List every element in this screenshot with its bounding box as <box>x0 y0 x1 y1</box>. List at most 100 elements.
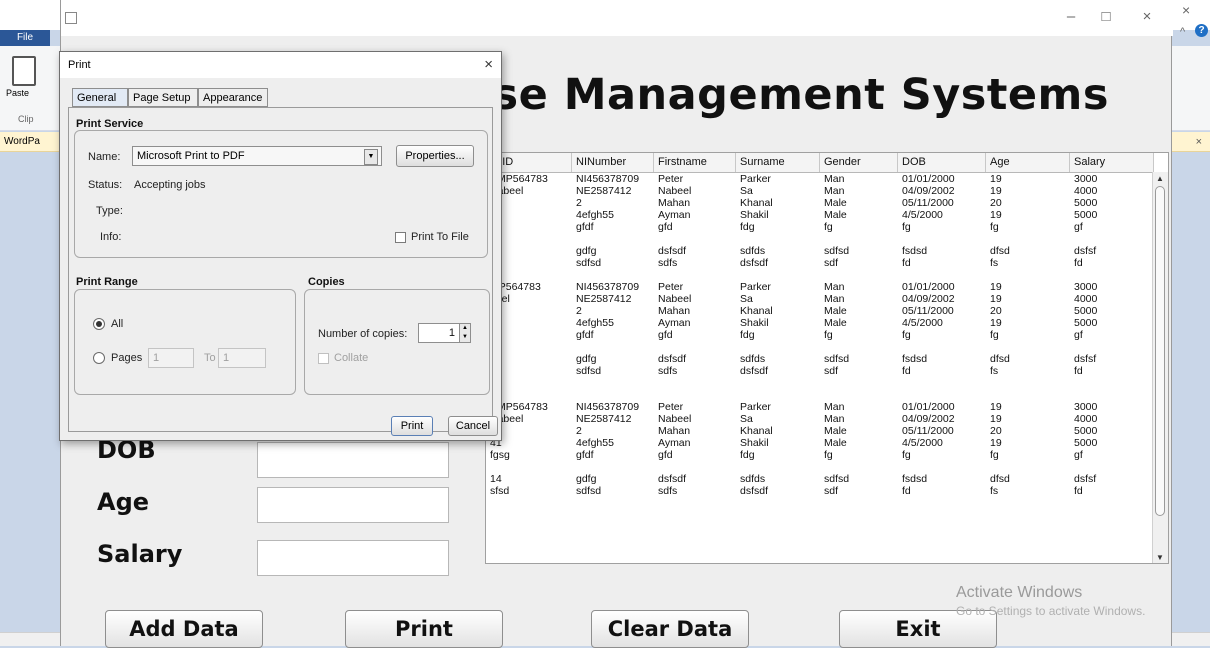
scroll-up-icon[interactable]: ▲ <box>1156 174 1164 183</box>
column-header[interactable]: Age <box>986 153 1070 172</box>
table-row[interactable]: sfsd sdfsd sdfs dsfsdf sdf fd fs fd <box>486 485 1154 497</box>
table-cell: Khanal <box>740 425 773 437</box>
table-row[interactable] <box>486 233 1154 245</box>
printer-select-value: Microsoft Print to PDF <box>137 150 245 162</box>
pages-radio[interactable] <box>93 352 105 364</box>
add-data-button[interactable]: Add Data <box>105 610 263 648</box>
table-row[interactable]: 12MahanKhanalMale05/11/2000205000 <box>486 425 1154 437</box>
table-header: npIDNINumberFirstnameSurnameGenderDOBAge… <box>486 153 1154 173</box>
dialog-close-icon[interactable]: × <box>484 52 493 78</box>
table-cell: 5000 <box>1074 317 1098 329</box>
docbar-close-icon[interactable]: × <box>1196 132 1202 152</box>
table-cell: Man <box>824 413 845 425</box>
table-row[interactable]: 41 4efgh55 Ayman Shakil Male 4/5/2000 19 5000 <box>486 437 1154 449</box>
column-header[interactable]: NINumber <box>572 153 654 172</box>
table-row[interactable]: beelNE2587412NabeelSaMan04/09/2002194000 <box>486 293 1154 305</box>
table-row[interactable]: EMP564783 NI456378709 Peter Parker Man 01/01/… <box>486 173 1154 185</box>
table-cell: 5000 <box>1074 305 1098 317</box>
print-button[interactable]: Print <box>345 610 503 648</box>
table-cell <box>736 389 820 401</box>
table-row[interactable]: 4efgh55 Ayman Shakil Male 4/5/2000 19 5000 <box>486 209 1154 221</box>
table-scrollbar[interactable]: ▲ ▼ <box>1152 172 1168 563</box>
table-row[interactable]: gdfg dsfsdf sdfds sdfsd fsdsd dfsd dsfsf <box>486 245 1154 257</box>
wordpad-close-icon[interactable]: × <box>1182 2 1190 18</box>
table-row[interactable] <box>486 461 1154 473</box>
table-cell: Male <box>824 305 847 317</box>
table-row[interactable]: 14 gdfg dsfsdf sdfds sdfsd fsdsd dfsd dsfsf <box>486 473 1154 485</box>
table-row[interactable]: Nabeel NE2587412 Nabeel Sa Man 04/09/2002 19 40… <box>486 413 1154 425</box>
table-cell: fd <box>902 257 911 269</box>
dialog-cancel-button[interactable]: Cancel <box>448 416 498 436</box>
chevron-down-icon[interactable]: ▼ <box>364 149 378 165</box>
table-cell: Khanal <box>740 305 773 317</box>
pages-to-field[interactable]: 1 <box>218 348 266 368</box>
dob-input[interactable] <box>257 442 449 478</box>
clear-data-button[interactable]: Clear Data <box>591 610 749 648</box>
column-header[interactable]: Surname <box>736 153 820 172</box>
table-cell: fd <box>902 365 911 377</box>
table-cell <box>654 269 736 281</box>
help-icon[interactable]: ? <box>1195 24 1208 37</box>
table-row[interactable]: fgsg gfdf gfd fdg fg fg fg gf <box>486 449 1154 461</box>
table-cell: fsdsd <box>902 473 928 485</box>
table-row[interactable]: 4efgh55 Ayman Shakil Male 4/5/2000 19 5000 <box>486 317 1154 329</box>
all-label: All <box>111 318 124 330</box>
tab-general[interactable]: General <box>72 88 128 107</box>
table-cell: 20 <box>990 197 1002 209</box>
table-row[interactable]: 2 Mahan Khanal Male 05/11/2000 20 5000 <box>486 305 1154 317</box>
close-icon[interactable]: × <box>1132 8 1162 25</box>
type-label: Type: <box>96 205 123 217</box>
column-header[interactable]: Salary <box>1070 153 1154 172</box>
table-cell <box>986 461 1070 473</box>
table-row[interactable]: sdsdfsdsdfsdsfsdfsdffdfsfd <box>486 365 1154 377</box>
table-row[interactable] <box>486 377 1154 389</box>
table-row[interactable]: EMP564783 NI456378709 Peter Parker Man 01/01/… <box>486 401 1154 413</box>
table-cell <box>986 269 1070 281</box>
printer-select[interactable]: Microsoft Print to PDF ▼ <box>132 146 382 166</box>
table-row[interactable]: sggfdfgfdfdgfgfgfggf <box>486 221 1154 233</box>
employee-table[interactable]: npIDNINumberFirstnameSurnameGenderDOBAge… <box>485 152 1169 564</box>
wordpad-file-tab[interactable]: File <box>0 30 50 46</box>
table-cell: 4000 <box>1074 413 1098 425</box>
column-header[interactable]: Firstname <box>654 153 736 172</box>
dialog-print-button[interactable]: Print <box>391 416 433 436</box>
table-cell: gdfg <box>576 353 597 365</box>
wordpad-doc-tab[interactable]: WordPa <box>0 136 40 147</box>
column-header[interactable]: DOB <box>898 153 986 172</box>
salary-input[interactable] <box>257 540 449 576</box>
table-cell: 4/5/2000 <box>902 437 943 449</box>
table-row[interactable] <box>486 341 1154 353</box>
scroll-down-icon[interactable]: ▼ <box>1156 553 1164 562</box>
pages-from-field[interactable]: 1 <box>148 348 194 368</box>
table-row[interactable]: gdfg dsfsdf sdfds sdfsd fsdsd dfsd dsfsf <box>486 353 1154 365</box>
copies-spinner[interactable]: 1 <box>418 323 460 343</box>
table-row[interactable]: sdsdfsdsdfsdsfsdfsdffdfsfd <box>486 257 1154 269</box>
scroll-thumb[interactable] <box>1155 186 1165 516</box>
ribbon-collapse-icon[interactable]: ^ <box>1180 26 1185 38</box>
print-to-file-checkbox[interactable] <box>395 232 406 243</box>
table-row[interactable]: MP564783 NI456378709 Peter Parker Man 01/01/2… <box>486 281 1154 293</box>
table-row[interactable]: sggfdfgfdfdgfgfgfggf <box>486 329 1154 341</box>
column-header[interactable]: Gender <box>820 153 898 172</box>
table-cell: Mahan <box>658 305 691 317</box>
table-cell <box>986 233 1070 245</box>
properties-button[interactable]: Properties... <box>396 145 474 167</box>
table-row[interactable] <box>486 389 1154 401</box>
all-radio[interactable] <box>93 318 105 330</box>
tab-appearance[interactable]: Appearance <box>198 88 268 107</box>
table-cell: Shakil <box>740 209 769 221</box>
table-cell: gfdf <box>576 449 594 461</box>
table-cell: gfdf <box>576 329 594 341</box>
tab-page-setup[interactable]: Page Setup <box>128 88 198 107</box>
table-row[interactable]: Nabeel NE2587412 Nabeel Sa Man 04/09/2002 19 40… <box>486 185 1154 197</box>
table-row[interactable]: 2 Mahan Khanal Male 05/11/2000 20 5000 <box>486 197 1154 209</box>
age-input[interactable] <box>257 487 449 523</box>
paste-icon[interactable] <box>12 56 36 86</box>
table-cell: 19 <box>990 173 1002 185</box>
spinner-arrows-icon[interactable]: ▲ ▼ <box>459 323 471 343</box>
table-row[interactable] <box>486 269 1154 281</box>
maximize-icon[interactable]: □ <box>1091 8 1121 25</box>
collate-checkbox[interactable] <box>318 353 329 364</box>
minimize-icon[interactable]: – <box>1056 8 1086 25</box>
table-cell: 4efgh55 <box>576 437 614 449</box>
